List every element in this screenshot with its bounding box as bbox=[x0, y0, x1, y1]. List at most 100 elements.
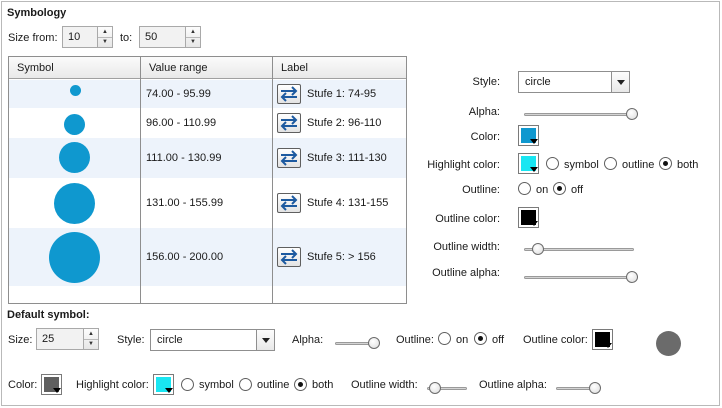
default-style-dropdown[interactable]: circle bbox=[150, 329, 275, 351]
default-outline-color-swatch[interactable] bbox=[595, 332, 610, 347]
table-row[interactable]: 156.00 - 200.00 Stufe 5: > 156 bbox=[9, 228, 406, 286]
row-label[interactable]: Stufe 2: 96-110 bbox=[307, 117, 381, 129]
slider-thumb[interactable] bbox=[626, 271, 638, 283]
highlight-color-picker[interactable] bbox=[518, 153, 539, 174]
size-to-spinner[interactable]: 50 ▲ ▼ bbox=[139, 26, 201, 48]
chevron-down-icon[interactable] bbox=[611, 72, 629, 92]
swap-arrows-icon[interactable] bbox=[277, 113, 301, 133]
default-highlight-color-swatch[interactable] bbox=[156, 377, 171, 392]
highlight-symbol-label[interactable]: symbol bbox=[564, 159, 599, 171]
default-highlight-symbol-label[interactable]: symbol bbox=[199, 379, 234, 391]
default-size-label: Size: bbox=[8, 334, 33, 346]
default-highlight-radio-symbol[interactable] bbox=[181, 378, 194, 391]
highlight-color-swatch[interactable] bbox=[521, 156, 536, 171]
slider-thumb[interactable] bbox=[626, 108, 638, 120]
color-swatch[interactable] bbox=[521, 128, 536, 143]
value-range: 131.00 - 155.99 bbox=[146, 197, 224, 209]
slider-track[interactable] bbox=[524, 276, 638, 279]
column-divider bbox=[140, 57, 141, 303]
symbol-circle bbox=[70, 85, 81, 96]
alpha-slider[interactable] bbox=[524, 108, 638, 120]
swap-arrows-icon[interactable] bbox=[277, 148, 301, 168]
outline-off-label[interactable]: off bbox=[571, 184, 583, 196]
swap-arrows-icon[interactable] bbox=[277, 84, 301, 104]
default-highlight-radio-outline[interactable] bbox=[239, 378, 252, 391]
outline-on-label[interactable]: on bbox=[536, 184, 548, 196]
default-size-spinner[interactable]: 25 ▲ ▼ bbox=[36, 328, 99, 350]
table-row[interactable]: 111.00 - 130.99 Stufe 3: 111-130 bbox=[9, 138, 406, 178]
spinner-up-icon[interactable]: ▲ bbox=[186, 27, 200, 38]
slider-thumb[interactable] bbox=[532, 243, 544, 255]
spinner-down-icon[interactable]: ▼ bbox=[98, 38, 112, 48]
default-outline-width-label: Outline width: bbox=[351, 379, 418, 391]
style-dropdown[interactable]: circle bbox=[518, 71, 630, 93]
symbol-circle bbox=[49, 232, 100, 283]
default-outline-alpha-slider[interactable] bbox=[556, 382, 601, 394]
highlight-radio-symbol[interactable] bbox=[546, 157, 559, 170]
default-color-label: Color: bbox=[8, 379, 38, 391]
outline-color-swatch[interactable] bbox=[521, 210, 536, 225]
spinner-down-icon[interactable]: ▼ bbox=[186, 38, 200, 48]
outline-color-picker[interactable] bbox=[518, 207, 539, 228]
default-alpha-slider[interactable] bbox=[335, 337, 380, 349]
header-symbol[interactable]: Symbol bbox=[17, 62, 54, 74]
slider-thumb[interactable] bbox=[368, 337, 380, 349]
table-row[interactable]: 74.00 - 95.99 Stufe 1: 74-95 bbox=[9, 80, 406, 108]
outline-width-label: Outline width: bbox=[433, 241, 500, 253]
slider-track[interactable] bbox=[524, 113, 638, 116]
default-highlight-outline-label[interactable]: outline bbox=[257, 379, 289, 391]
default-size-value[interactable]: 25 bbox=[37, 329, 83, 349]
highlight-color-label: Highlight color: bbox=[427, 159, 500, 171]
default-highlight-label: Highlight color: bbox=[76, 379, 149, 391]
swap-arrows-icon[interactable] bbox=[277, 247, 301, 267]
style-label: Style: bbox=[472, 76, 500, 88]
slider-thumb[interactable] bbox=[589, 382, 601, 394]
color-label: Color: bbox=[470, 131, 500, 143]
row-label[interactable]: Stufe 1: 74-95 bbox=[307, 88, 376, 100]
outline-radio-off[interactable] bbox=[553, 182, 566, 195]
row-label[interactable]: Stufe 5: > 156 bbox=[307, 251, 376, 263]
header-value-range[interactable]: Value range bbox=[149, 62, 208, 74]
swap-arrows-icon[interactable] bbox=[277, 193, 301, 213]
default-outline-radio-off[interactable] bbox=[474, 332, 487, 345]
highlight-radio-outline[interactable] bbox=[604, 157, 617, 170]
table-header: Symbol Value range Label bbox=[9, 57, 406, 79]
default-highlight-both-label[interactable]: both bbox=[312, 379, 333, 391]
default-outline-width-slider[interactable] bbox=[427, 382, 467, 394]
default-outline-color-picker[interactable] bbox=[592, 329, 613, 350]
symbol-circle bbox=[64, 114, 85, 135]
size-from-spinner[interactable]: 10 ▲ ▼ bbox=[62, 26, 113, 48]
default-symbol-preview bbox=[656, 331, 681, 356]
highlight-radio-both[interactable] bbox=[659, 157, 672, 170]
slider-thumb[interactable] bbox=[429, 382, 441, 394]
outline-width-slider[interactable] bbox=[524, 243, 634, 255]
default-outline-on-label[interactable]: on bbox=[456, 334, 468, 346]
spinner-up-icon[interactable]: ▲ bbox=[98, 27, 112, 38]
default-outline-off-label[interactable]: off bbox=[492, 334, 504, 346]
default-color-swatch[interactable] bbox=[44, 377, 59, 392]
spinner-up-icon[interactable]: ▲ bbox=[84, 329, 98, 340]
header-label[interactable]: Label bbox=[281, 62, 308, 74]
size-to-value[interactable]: 50 bbox=[140, 27, 185, 47]
outline-color-label: Outline color: bbox=[435, 213, 500, 225]
default-outline-radio-on[interactable] bbox=[438, 332, 451, 345]
size-from-value[interactable]: 10 bbox=[63, 27, 97, 47]
row-label[interactable]: Stufe 3: 111-130 bbox=[307, 152, 387, 164]
default-outline-label: Outline: bbox=[396, 334, 434, 346]
table-row[interactable]: 131.00 - 155.99 Stufe 4: 131-155 bbox=[9, 178, 406, 228]
default-color-picker[interactable] bbox=[41, 374, 62, 395]
outline-alpha-slider[interactable] bbox=[524, 271, 638, 283]
class-table: Symbol Value range Label 74.00 - 95.99 S… bbox=[8, 56, 407, 304]
default-highlight-color-picker[interactable] bbox=[153, 374, 174, 395]
highlight-outline-label[interactable]: outline bbox=[622, 159, 654, 171]
spinner-down-icon[interactable]: ▼ bbox=[84, 340, 98, 350]
default-outline-alpha-label: Outline alpha: bbox=[479, 379, 547, 391]
highlight-both-label[interactable]: both bbox=[677, 159, 698, 171]
chevron-down-icon[interactable] bbox=[256, 330, 274, 350]
outline-radio-on[interactable] bbox=[518, 182, 531, 195]
color-picker[interactable] bbox=[518, 125, 539, 146]
default-highlight-radio-both[interactable] bbox=[294, 378, 307, 391]
size-to-label: to: bbox=[120, 32, 133, 44]
row-label[interactable]: Stufe 4: 131-155 bbox=[307, 197, 388, 209]
table-row[interactable]: 96.00 - 110.99 Stufe 2: 96-110 bbox=[9, 108, 406, 138]
